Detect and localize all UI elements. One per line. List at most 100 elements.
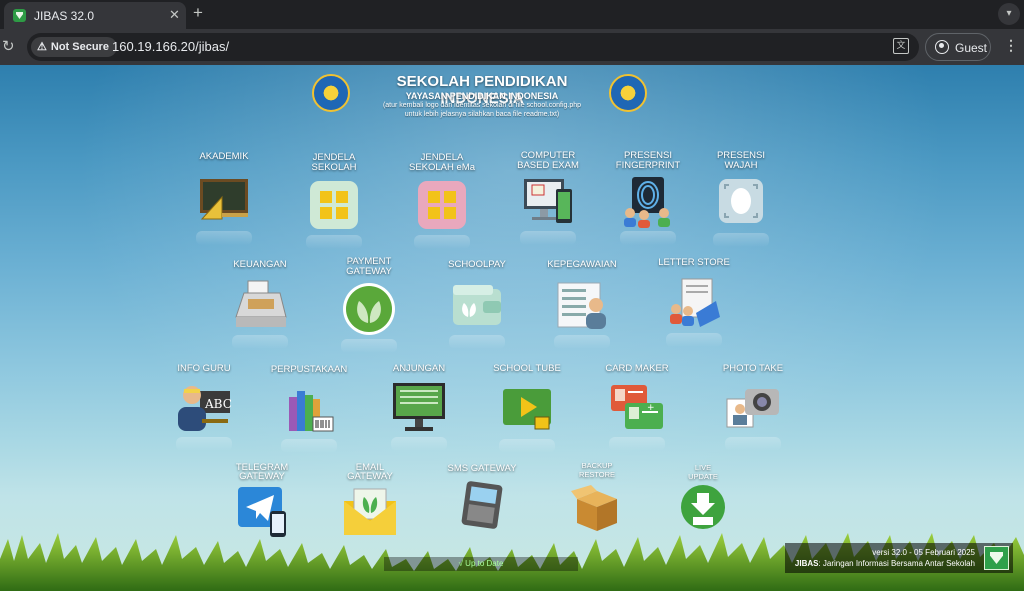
app-presensi-wajah[interactable]: PRESENSI WAJAH xyxy=(686,151,796,251)
app-label: KEPEGAWAIAN xyxy=(547,259,617,270)
tab-jibas[interactable]: JIBAS 32.0 ✕ xyxy=(4,2,186,29)
box-icon xyxy=(571,485,617,531)
icon-reflection xyxy=(391,437,447,451)
icon-reflection xyxy=(725,437,781,451)
app-label-line2: SEKOLAH xyxy=(311,162,357,173)
app-label-line1: LIVE xyxy=(694,463,712,472)
warning-icon: ⚠ xyxy=(37,41,47,53)
app-label-line2: GATEWAY xyxy=(239,471,285,482)
app-photo-take[interactable]: PHOTO TAKE xyxy=(698,363,808,463)
icon-reflection xyxy=(306,235,362,249)
school-logo-right xyxy=(609,74,647,112)
id-card-icon: + xyxy=(611,385,663,429)
security-chip[interactable]: ⚠ Not Secure xyxy=(31,37,117,57)
chalkboard-icon xyxy=(200,179,248,220)
app-computer-based-exam[interactable]: COMPUTER BASED EXAM xyxy=(493,151,603,251)
leaf-icon xyxy=(343,283,395,335)
icon-reflection xyxy=(449,335,505,349)
app-label-line2: UPDATE xyxy=(688,472,718,481)
app-jendela-sekolah[interactable]: JENDELA SEKOLAH xyxy=(279,151,389,251)
app-label: CARD MAKER xyxy=(605,363,669,374)
config-note-line2: untuk lebih jelasnya silahkan baca file … xyxy=(404,111,560,118)
update-status-bar: √ Up to Date xyxy=(384,557,578,571)
app-keuangan[interactable]: KEUANGAN xyxy=(205,259,315,359)
monitor-icon xyxy=(393,383,445,431)
reload-icon[interactable]: ↻ xyxy=(2,37,15,55)
app-backup-restore[interactable]: BACKUP RESTORE xyxy=(542,461,652,561)
app-letter-store[interactable]: LETTER STORE xyxy=(639,257,749,357)
window-icon xyxy=(418,181,466,229)
svg-text:+: + xyxy=(647,403,655,413)
footer-text: JIBAS: Jaringan Informasi Bersama Antar … xyxy=(795,559,975,568)
url-text[interactable]: 160.19.166.20/jibas/ xyxy=(112,39,229,54)
app-label-line2: SEKOLAH eMa xyxy=(409,162,475,173)
profile-button[interactable]: Guest xyxy=(925,33,991,61)
app-card-maker[interactable]: CARD MAKER + xyxy=(582,363,692,463)
icon-reflection xyxy=(554,335,610,349)
jibas-portal: SEKOLAH PENDIDIKAN INDONESIA YAYASAN PEN… xyxy=(0,65,1024,591)
profile-label: Guest xyxy=(955,41,988,55)
app-label: INFO GURU xyxy=(177,363,231,374)
app-anjungan[interactable]: ANJUNGAN xyxy=(364,363,474,463)
icon-reflection xyxy=(176,437,232,451)
app-label: LETTER STORE xyxy=(658,257,730,268)
app-payment-gateway[interactable]: PAYMENT GATEWAY xyxy=(314,255,424,355)
version-panel: versi 32.0 - 05 Februari 2025 JIBAS: Jar… xyxy=(785,543,1013,573)
icon-reflection xyxy=(196,231,252,245)
app-label: SCHOOL TUBE xyxy=(493,363,561,374)
tab-bar: JIBAS 32.0 ✕ + ▾ xyxy=(0,0,1024,29)
app-label: ANJUNGAN xyxy=(392,363,446,374)
icon-reflection xyxy=(666,333,722,347)
app-label-line2: BASED EXAM xyxy=(517,160,579,171)
fingerprint-icon xyxy=(624,177,670,228)
app-label-line2: WAJAH xyxy=(724,160,758,171)
address-bar[interactable]: ⚠ Not Secure 160.19.166.20/jibas/ 文 xyxy=(27,33,919,61)
app-label: SMS GATEWAY xyxy=(447,463,517,474)
phone-icon xyxy=(461,481,503,529)
app-label: SCHOOLPAY xyxy=(448,259,506,270)
employee-list-icon xyxy=(557,282,606,329)
icon-reflection xyxy=(620,231,676,245)
browser-toolbar: ↻ ⚠ Not Secure 160.19.166.20/jibas/ 文 Gue… xyxy=(0,29,1024,65)
app-label-line2: GATEWAY xyxy=(347,471,393,482)
app-school-tube[interactable]: SCHOOL TUBE xyxy=(472,363,582,463)
icon-reflection xyxy=(609,437,665,451)
app-akademik[interactable]: AKADEMIK xyxy=(169,151,279,251)
kebab-menu-icon[interactable]: ⋮ xyxy=(1004,38,1018,52)
app-perpustakaan[interactable]: PERPUSTAKAAN xyxy=(254,363,364,463)
icon-reflection xyxy=(520,231,576,245)
video-icon xyxy=(503,389,551,430)
app-live-update[interactable]: LIVE UPDATE xyxy=(648,461,758,561)
app-jendela-ema[interactable]: JENDELA SEKOLAH eMa xyxy=(387,151,497,251)
tab-title: JIBAS 32.0 xyxy=(34,9,95,23)
config-note-line1: (atur kembali logo dan identitas sekolah… xyxy=(382,102,582,109)
icon-reflection xyxy=(713,233,769,247)
app-label-line2: RESTORE xyxy=(578,470,616,479)
app-schoolpay[interactable]: SCHOOLPAY xyxy=(422,259,532,359)
footer-brand: JIBAS xyxy=(794,559,819,568)
books-icon xyxy=(289,391,334,432)
face-scan-icon xyxy=(719,179,763,223)
app-email-gateway[interactable]: EMAIL GATEWAY xyxy=(315,461,425,561)
app-label: KEUANGAN xyxy=(233,259,287,270)
teacher-icon: ABC xyxy=(178,386,232,431)
update-status-text: √ Up to Date xyxy=(458,559,504,568)
foundation-name: YAYASAN PENDIDIKAN INDONESIA xyxy=(405,91,559,101)
app-label: AKADEMIK xyxy=(199,151,249,162)
app-label: PHOTO TAKE xyxy=(722,363,784,374)
tab-search-button[interactable]: ▾ xyxy=(998,3,1020,25)
app-sms-gateway[interactable]: SMS GATEWAY xyxy=(427,461,537,561)
translate-icon[interactable]: 文 xyxy=(893,38,909,54)
footer-desc: : Jaringan Informasi Bersama Antar Sekol… xyxy=(818,559,975,568)
app-telegram-gateway[interactable]: TELEGRAM GATEWAY xyxy=(207,461,317,561)
icon-reflection xyxy=(281,439,337,453)
app-info-guru[interactable]: INFO GURU ABC xyxy=(149,363,259,463)
camera-icon xyxy=(726,389,779,428)
close-icon[interactable]: ✕ xyxy=(169,8,180,22)
app-kepegawaian[interactable]: KEPEGAWAIAN xyxy=(527,259,637,359)
new-tab-button[interactable]: + xyxy=(193,4,203,22)
version-text: versi 32.0 - 05 Februari 2025 xyxy=(872,548,975,557)
exam-computer-icon xyxy=(524,179,572,223)
security-label: Not Secure xyxy=(50,41,109,53)
jibas-logo-icon xyxy=(984,546,1009,570)
